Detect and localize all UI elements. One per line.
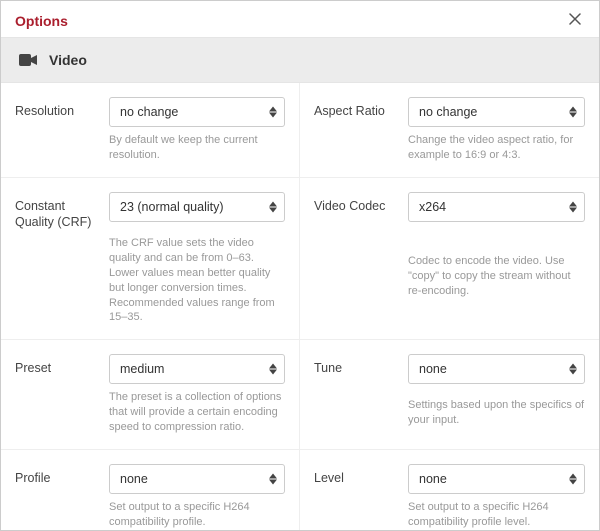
aspect-ratio-select[interactable]: no change xyxy=(408,97,585,127)
tune-help: Settings based upon the specifics of you… xyxy=(408,398,585,435)
crf-label: Constant Quality (CRF) xyxy=(15,192,101,231)
field-codec: Video Codec x264 Codec to encode the vid… xyxy=(300,178,599,341)
resolution-select[interactable]: no change xyxy=(109,97,285,127)
resolution-label: Resolution xyxy=(15,97,101,127)
close-icon xyxy=(569,12,581,29)
close-button[interactable] xyxy=(565,11,585,31)
resolution-help: By default we keep the current resolutio… xyxy=(109,133,285,163)
codec-label: Video Codec xyxy=(314,192,400,249)
section-title: Video xyxy=(49,52,87,68)
aspect-ratio-label: Aspect Ratio xyxy=(314,97,400,127)
codec-help: Codec to encode the video. Use "copy" to… xyxy=(408,254,585,325)
aspect-ratio-help: Change the video aspect ratio, for examp… xyxy=(408,133,585,163)
field-level: Level none Set output to a specific H264… xyxy=(300,450,599,531)
preset-label: Preset xyxy=(15,354,101,384)
field-crf: Constant Quality (CRF) 23 (normal qualit… xyxy=(1,178,300,341)
modal-header: Options xyxy=(1,1,599,37)
field-preset: Preset medium The preset is a collection… xyxy=(1,340,300,450)
crf-help: The CRF value sets the video quality and… xyxy=(109,236,285,325)
field-profile: Profile none Set output to a specific H2… xyxy=(1,450,300,531)
settings-grid: Resolution no change By default we keep … xyxy=(1,83,599,531)
profile-label: Profile xyxy=(15,464,101,494)
crf-select[interactable]: 23 (normal quality) xyxy=(109,192,285,222)
preset-select[interactable]: medium xyxy=(109,354,285,384)
level-label: Level xyxy=(314,464,400,494)
tune-select[interactable]: none xyxy=(408,354,585,384)
video-section-header: Video xyxy=(1,37,599,83)
modal-title: Options xyxy=(15,13,68,29)
tune-label: Tune xyxy=(314,354,400,391)
field-aspect-ratio: Aspect Ratio no change Change the video … xyxy=(300,83,599,178)
profile-help: Set output to a specific H264 compatibil… xyxy=(109,500,285,530)
field-tune: Tune none Settings based upon the specif… xyxy=(300,340,599,450)
profile-select[interactable]: none xyxy=(109,464,285,494)
codec-select[interactable]: x264 xyxy=(408,192,585,222)
level-select[interactable]: none xyxy=(408,464,585,494)
options-modal: Options Video Resolution no change xyxy=(0,0,600,531)
preset-help: The preset is a collection of options th… xyxy=(109,390,285,435)
video-camera-icon xyxy=(19,53,37,67)
field-resolution: Resolution no change By default we keep … xyxy=(1,83,300,178)
level-help: Set output to a specific H264 compatibil… xyxy=(408,500,585,530)
